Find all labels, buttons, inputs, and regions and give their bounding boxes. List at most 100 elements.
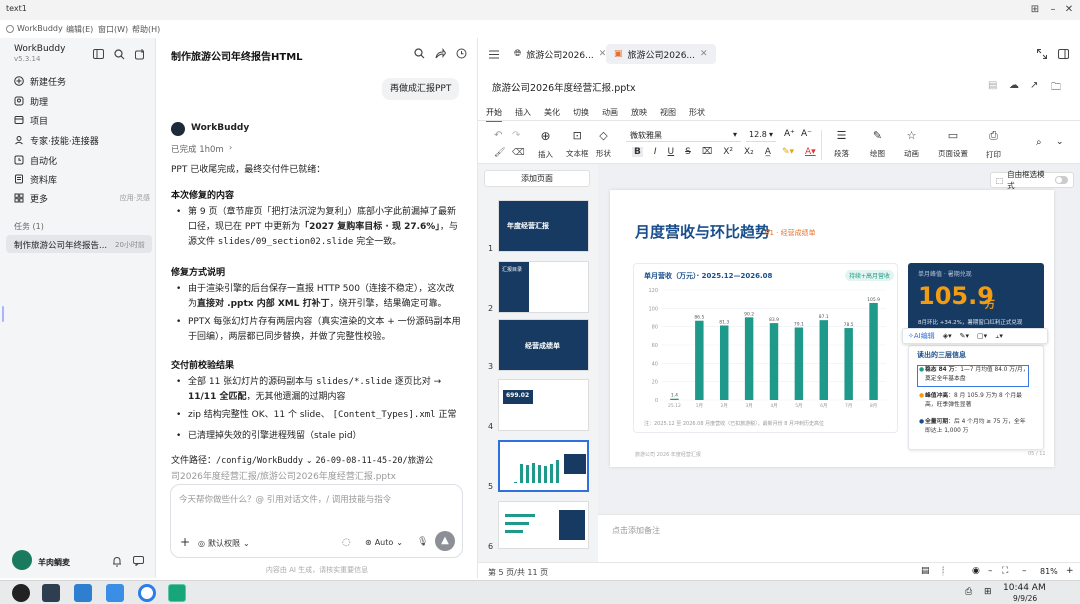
font-grow-icon[interactable]: A⁺ <box>784 129 795 139</box>
sidebar-item-automation[interactable]: 自动化 <box>14 152 150 168</box>
add-page-button[interactable]: 添加页面 <box>484 170 590 187</box>
close-button[interactable]: ✕ <box>1062 3 1076 17</box>
plus-icon[interactable]: + <box>180 535 190 549</box>
insights-card[interactable]: 读出的三层信息 ● 稳态 84 万：1—7 月均值 84.0 万/月，奠定全年基本… <box>908 345 1044 450</box>
fit-icon[interactable]: ⛶ <box>1002 566 1008 576</box>
menu-window[interactable]: 窗口(W) <box>98 24 128 35</box>
fill-color-icon[interactable]: ◈▾ <box>943 332 952 340</box>
message-input-box[interactable]: 今天帮你做些什么？@ 引用对话文件，/ 调用技能与指令 + ◎ 默认权限 ⌄ ◌ ⊛… <box>170 484 463 558</box>
panel-icon[interactable] <box>1057 48 1069 60</box>
cloud-upload-icon[interactable]: ☁ <box>1009 80 1019 91</box>
ai-edit-button[interactable]: ✧AI编辑 <box>908 331 935 341</box>
minimize-button[interactable]: – <box>1046 3 1060 17</box>
align-icon[interactable]: ⫠▾ <box>995 332 1003 341</box>
format-painter-icon[interactable]: 🖌︎ <box>494 148 505 158</box>
browser-icon[interactable] <box>138 584 156 602</box>
menu-icon[interactable] <box>488 48 500 60</box>
new-window-icon[interactable] <box>134 48 146 60</box>
microphone-icon[interactable]: 🎙︎ <box>417 537 428 547</box>
highlight-icon[interactable]: ✎▾ <box>782 147 794 157</box>
font-shrink-icon[interactable]: A⁻ <box>801 129 812 139</box>
sidebar-item-project[interactable]: 项目 <box>14 112 150 128</box>
notes-input[interactable]: 点击添加备注 <box>612 525 660 536</box>
sidebar-item-library[interactable]: 资料库 <box>14 171 150 187</box>
textbox-button[interactable]: ⊡ 文本框 <box>566 129 589 159</box>
files-icon[interactable] <box>74 584 92 602</box>
message-input[interactable]: 今天帮你做些什么？@ 引用对话文件，/ 调用技能与指令 <box>179 493 391 505</box>
play-icon[interactable]: ◉ <box>972 566 980 576</box>
start-icon[interactable] <box>12 584 30 602</box>
redo-icon[interactable]: ↷ <box>512 130 520 141</box>
underline-icon[interactable]: U <box>668 147 675 157</box>
tab-document-1[interactable]: 🌐︎ 旅游公司2026... ✕ <box>506 44 614 64</box>
permission-select[interactable]: ◎ 默认权限 ⌄ <box>198 538 250 549</box>
expand-icon[interactable] <box>1036 48 1048 60</box>
shape-icon[interactable]: ▢▾ <box>977 332 987 340</box>
search-icon[interactable] <box>113 48 125 60</box>
sidebar-toggle-icon[interactable] <box>92 48 104 60</box>
slide[interactable]: 月度营收与环比趋势 01 · 经营成绩单 单月营收（万元）· 2025.12—2… <box>610 190 1054 467</box>
sidebar-item-experts[interactable]: 专家·技能·连接器 <box>14 132 150 148</box>
font-color-icon[interactable]: A▾ <box>805 147 816 157</box>
chevron-down-icon[interactable]: ⌄ <box>1056 137 1064 147</box>
chart-card[interactable]: 单月营收（万元）· 2025.12—2026.08 持续+高月营收 0 20 40 6… <box>633 263 898 433</box>
tasks-header[interactable]: 任务 (1) <box>14 221 44 232</box>
strikethrough-icon[interactable]: S <box>685 147 691 157</box>
bell-icon[interactable] <box>111 555 123 567</box>
menu-app[interactable]: WorkBuddy <box>6 24 63 33</box>
undo-icon[interactable]: ↶ <box>494 130 502 141</box>
toggle-switch[interactable] <box>1054 176 1068 184</box>
animation-button[interactable]: ☆ 动画 <box>904 129 919 159</box>
network-icon[interactable]: ⊞ <box>984 587 992 597</box>
subscript-icon[interactable]: X₂ <box>744 147 754 157</box>
slide-thumbnail[interactable] <box>498 501 589 549</box>
resize-handle[interactable] <box>2 306 4 322</box>
workbuddy-icon[interactable] <box>168 584 186 602</box>
border-icon[interactable]: ✎▾ <box>960 332 969 340</box>
search-icon[interactable] <box>413 47 425 59</box>
zoom-out-icon[interactable]: – <box>988 566 993 576</box>
sidebar-item-more[interactable]: 更多 应用·灵感 <box>14 190 150 206</box>
chevron-down-icon[interactable]: ⌄ <box>306 456 313 465</box>
model-select[interactable]: ⊛ Auto ⌄ <box>365 538 403 547</box>
terminal-icon[interactable] <box>42 584 60 602</box>
font-select[interactable]: 微软雅黑 ▾ <box>626 128 741 142</box>
history-icon[interactable] <box>455 47 467 59</box>
sidebar-item-assistant[interactable]: 助理 <box>14 93 150 109</box>
print-button[interactable]: ⎙ 打印 <box>986 129 1001 160</box>
share-icon[interactable]: ↗ <box>1030 80 1038 91</box>
folder-icon[interactable]: 🗀 <box>1051 80 1061 97</box>
printer-icon[interactable]: ⎙ <box>965 587 972 597</box>
slide-subtitle[interactable]: 01 · 经营成绩单 <box>765 228 816 238</box>
eraser-icon[interactable]: ⌫ <box>512 148 525 158</box>
slide-title[interactable]: 月度营收与环比趋势 <box>635 221 770 242</box>
outline-view-icon[interactable]: ⫶ <box>942 566 945 576</box>
menu-help[interactable]: 帮助(H) <box>132 24 160 35</box>
free-select-toggle[interactable]: ⬚ 自由框选模式 <box>990 170 1074 190</box>
paragraph-button[interactable]: ☰ 段落 <box>834 129 849 159</box>
insert-button[interactable]: ⊕ 插入 <box>538 129 553 160</box>
slide-thumbnail-active[interactable] <box>498 440 589 492</box>
slide-thumbnail[interactable]: 经营成绩单 <box>498 319 589 371</box>
italic-icon[interactable]: I <box>654 147 657 157</box>
zoom-level[interactable]: 81% <box>1040 567 1058 576</box>
sidebar-item-new-task[interactable]: 新建任务 <box>14 73 150 89</box>
slide-thumbnail[interactable]: 汇报目录 <box>498 261 589 313</box>
save-icon[interactable]: ▤ <box>988 80 997 91</box>
slide-thumbnail[interactable]: 699.02 <box>498 379 589 431</box>
pin-icon[interactable]: ⊞ <box>1028 3 1042 17</box>
superscript-icon[interactable]: X² <box>723 147 733 157</box>
search-icon[interactable]: ⌕ <box>1036 137 1042 148</box>
normal-view-icon[interactable]: ▤ <box>921 566 930 576</box>
notes-area[interactable]: 点击添加备注 <box>598 514 1080 562</box>
close-icon[interactable]: ✕ <box>700 49 708 59</box>
chevron-right-icon[interactable]: › <box>229 143 232 152</box>
clear-format-icon[interactable]: ⌧ <box>702 147 712 157</box>
zoom-in-icon[interactable]: – <box>1022 566 1027 576</box>
text-style-icon[interactable]: A̲ <box>765 147 771 157</box>
chat-bubble-icon[interactable] <box>132 555 144 567</box>
bold-icon[interactable]: B <box>632 147 643 157</box>
draw-button[interactable]: ✎ 绘图 <box>870 129 885 159</box>
menu-edit[interactable]: 编辑(E) <box>66 24 93 35</box>
avatar[interactable] <box>12 550 32 570</box>
